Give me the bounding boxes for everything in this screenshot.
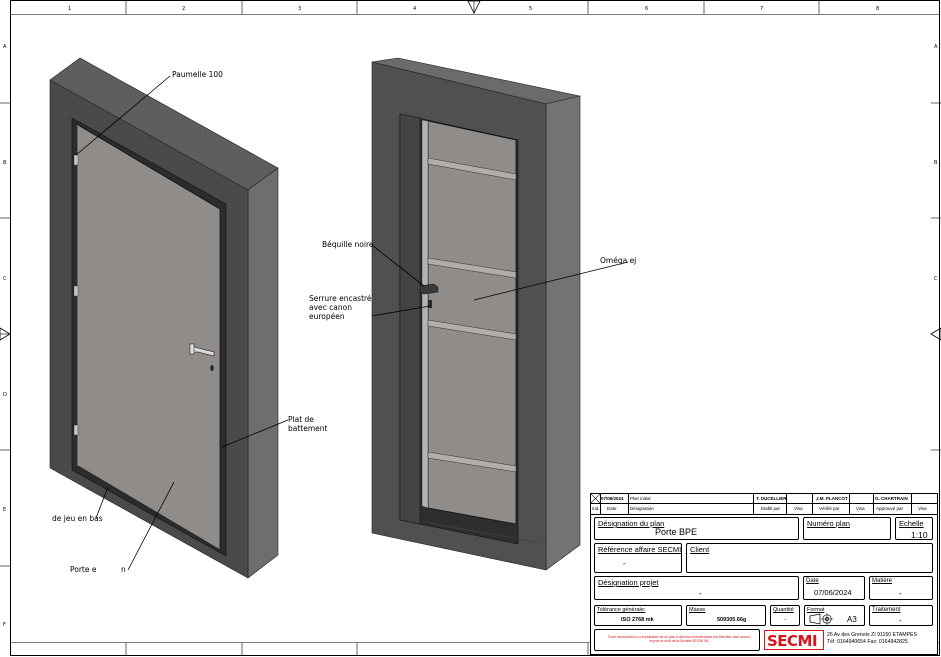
label-serrure: avec canon: [309, 303, 352, 312]
tolerance-box: Tolérance générale: ISO 2768 mk: [594, 605, 682, 626]
rev-etabli-name: T. DUCELLIER: [756, 496, 787, 501]
col-date: Date: [607, 506, 617, 511]
col-verifie: Vérifié par: [819, 506, 840, 511]
echelle-label: Echelle: [899, 519, 924, 528]
quantite-label: Quantité: [773, 607, 794, 613]
matiere-value: -: [899, 589, 902, 598]
row-label: E: [3, 507, 6, 513]
col-label: 1: [68, 6, 71, 12]
masse-label: Masse: [689, 607, 706, 613]
col-visa: Visa: [856, 506, 865, 511]
col-label: 4: [413, 6, 416, 12]
row-label: C: [934, 276, 938, 282]
masse-box: Masse 509305.66g: [686, 605, 766, 626]
col-label: 6: [645, 6, 648, 12]
masse-value: 509305.66g: [717, 617, 747, 623]
label-omega: Oméga ej: [600, 256, 636, 265]
col-label: 7: [760, 6, 763, 12]
label-paumelle: Paumelle 100: [172, 70, 223, 79]
matiere-box: Matière -: [869, 576, 933, 600]
label-plat: Plat de: [288, 415, 314, 424]
matiere-label: Matière: [872, 578, 893, 584]
quantite-box: Quantité -: [770, 605, 800, 626]
label-porte: Porte e: [70, 565, 97, 574]
client-label: Client: [690, 545, 710, 554]
traitement-value: -: [899, 616, 902, 625]
revision-table: 07/06/2024 Plan initial T. DUCELLIER J.M…: [591, 494, 937, 515]
hinge: [73, 285, 79, 297]
projection-icon: [809, 613, 833, 625]
designation-projet-box: Désignation projet -: [594, 576, 799, 600]
cross-icon: [591, 494, 600, 503]
format-value: A3: [847, 615, 857, 624]
tolerance-label: Tolérance générale:: [597, 607, 646, 613]
date-value: 07/06/2024: [814, 588, 852, 597]
col-etabli: Etabli par: [761, 506, 781, 511]
reference-box: Référence affaire SECMI -: [594, 543, 682, 573]
hinge: [73, 424, 79, 436]
designation-plan-box: Désignation du plan Porte BPE: [594, 517, 799, 540]
rev-designation: Plan initial: [630, 496, 651, 501]
traitement-box: Traitement -: [869, 605, 933, 626]
door-front-view: [49, 57, 279, 579]
col-label: 2: [182, 6, 185, 12]
rev-date: 07/06/2024: [601, 496, 624, 501]
row-label: A: [3, 44, 7, 50]
col-visa: Visa: [918, 506, 927, 511]
row-label: A: [934, 44, 938, 50]
designation-projet-label: Désignation projet: [598, 578, 659, 587]
row-label: B: [934, 160, 938, 166]
label-serrure: européen: [309, 312, 345, 321]
reference-label: Référence affaire SECMI: [598, 545, 682, 554]
address-line: 26 Av des Grenots ZI 91150 ETAMPES: [827, 632, 917, 638]
col-ind: Ind.: [592, 506, 600, 511]
rev-approuve-name: G. CHARTRAIN: [875, 496, 908, 501]
numero-plan-box: Numéro plan: [803, 517, 891, 540]
label-plat: battement: [288, 424, 328, 433]
copyright-text: Toute reproduction ou exploitation de ce…: [607, 635, 751, 644]
tolerance-value: ISO 2768 mk: [621, 617, 654, 623]
echelle-box: Echelle 1:10: [895, 517, 933, 540]
label-porte: n: [121, 565, 126, 574]
row-label: B: [3, 160, 7, 166]
col-visa: Visa: [794, 506, 803, 511]
hinge: [73, 154, 79, 166]
label-bequille: Béquille noire: [322, 240, 374, 249]
client-box: Client: [686, 543, 933, 573]
col-label: 5: [529, 6, 532, 12]
row-label: D: [3, 392, 7, 398]
reference-value: -: [623, 559, 626, 568]
col-label: 8: [876, 6, 879, 12]
row-label: C: [3, 276, 7, 282]
address-line: Tél: 0164940654 Fax: 0164942825: [827, 639, 908, 645]
date-label: Date: [806, 578, 819, 584]
title-block: 07/06/2024 Plan initial T. DUCELLIER J.M…: [590, 493, 938, 655]
rev-verifie-name: J.M. PLANCOT: [816, 496, 848, 501]
traitement-label: Traitement: [872, 607, 901, 613]
numero-plan-label: Numéro plan: [807, 519, 850, 528]
echelle-value: 1:10: [911, 530, 928, 540]
company-name: SECMI: [767, 632, 818, 650]
col-approuve: Approuvé par: [876, 506, 904, 511]
col-label: 3: [298, 6, 301, 12]
col-designation: Désignation: [630, 506, 654, 511]
quantite-value: -: [784, 617, 786, 623]
designation-plan-value: Porte BPE: [655, 527, 698, 537]
address-block: 26 Av des Grenots ZI 91150 ETAMPES Tél: …: [827, 632, 937, 645]
label-serrure: Serrure encastré: [309, 294, 372, 303]
date-box: Date 07/06/2024: [803, 576, 865, 600]
row-label: F: [3, 622, 6, 628]
label-jeu: de jeu en bas: [52, 514, 103, 523]
designation-projet-value: -: [699, 589, 702, 598]
format-box: Format A3: [804, 605, 865, 626]
copyright-box: Toute reproduction ou exploitation de ce…: [594, 629, 760, 651]
door-back-view: [371, 57, 581, 571]
secmi-logo: SECMI: [764, 630, 824, 650]
